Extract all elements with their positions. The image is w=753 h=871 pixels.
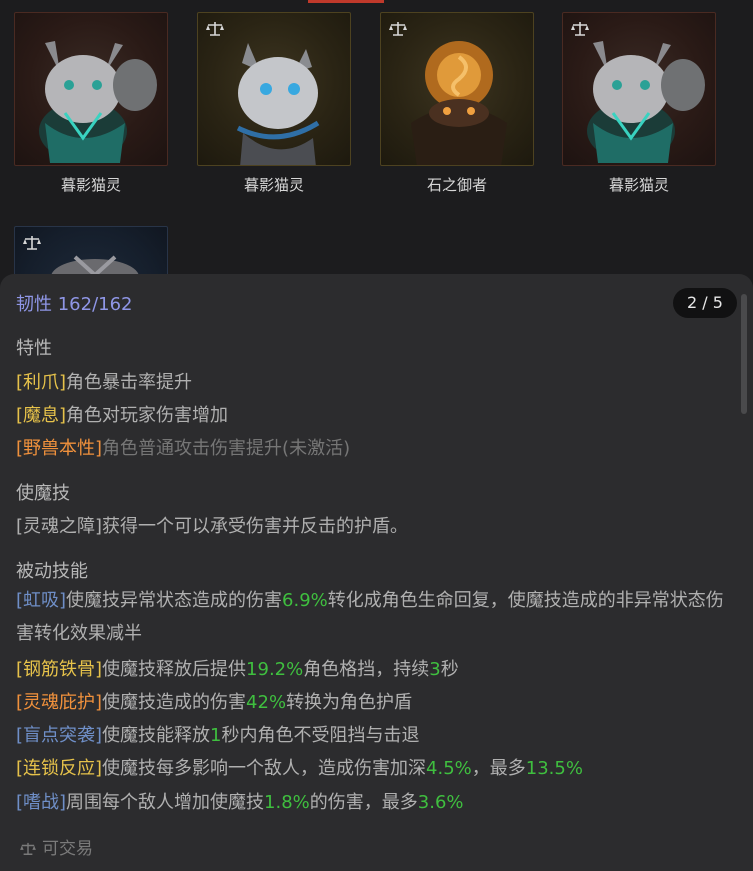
pet-card-2[interactable] xyxy=(197,12,351,166)
passive-text: 的伤害，最多 xyxy=(309,792,418,813)
passive-value: 19.2% xyxy=(246,659,304,680)
passive-text: 使魔技释放后提供 xyxy=(102,659,247,680)
passive-line-5: [连锁反应]使魔技每多影响一个敌人，造成伤害加深4.5%，最多13.5% xyxy=(16,754,583,780)
familiar-skill-text: [灵魂之障]获得一个可以承受伤害并反击的护盾。 xyxy=(16,516,409,537)
pet-card-4[interactable] xyxy=(562,12,716,166)
tradable-status: 可交易 xyxy=(20,834,93,859)
trait-line-1: [利爪]角色暴击率提升 xyxy=(16,368,192,394)
passive-line-1: [虹吸]使魔技异常状态造成的伤害6.9%转化成角色生命回复，使魔技造成的非异常状… xyxy=(16,584,736,650)
passive-text: 角色格挡，持续 xyxy=(303,659,430,680)
passive-value: 1 xyxy=(210,725,222,746)
passive-text: ，最多 xyxy=(471,758,526,779)
pet-name-2: 暮影猫灵 xyxy=(243,176,304,194)
passive-text: 使魔技能释放 xyxy=(102,725,211,746)
passive-text: 使魔技造成的伤害 xyxy=(102,692,247,713)
passive-tag: [钢筋铁骨] xyxy=(16,659,103,680)
page-indicator: 2 / 5 xyxy=(673,288,737,318)
passive-line-3: [灵魂庇护]使魔技造成的伤害42%转换为角色护盾 xyxy=(16,688,412,714)
familiar-skill-title: 使魔技 xyxy=(16,483,70,504)
toughness-stat: 韧性 162/162 xyxy=(16,294,133,315)
trait-tag: [利爪] xyxy=(16,372,67,393)
passive-text: 转换为角色护盾 xyxy=(286,692,413,713)
trait-text: 角色普通攻击伤害提升(未激活) xyxy=(102,438,351,459)
passive-line-6: [嗜战]周围每个敌人增加使魔技1.8%的伤害，最多3.6% xyxy=(16,788,464,814)
tradable-scale-icon xyxy=(571,22,589,36)
traits-title: 特性 xyxy=(16,338,52,359)
trait-line-3: [野兽本性]角色普通攻击伤害提升(未激活) xyxy=(16,434,350,460)
passive-value: 3 xyxy=(429,659,441,680)
passive-value: 1.8% xyxy=(264,792,310,813)
passive-line-4: [盲点突袭]使魔技能释放1秒内角色不受阻挡与击退 xyxy=(16,721,420,747)
trait-line-2: [魔息]角色对玩家伤害增加 xyxy=(16,401,228,427)
passive-text: 使魔技每多影响一个敌人，造成伤害加深 xyxy=(102,758,427,779)
passive-text: 使魔技异常状态造成的伤害 xyxy=(66,590,283,611)
pet-name-1: 暮影猫灵 xyxy=(60,176,121,194)
tradable-scale-icon xyxy=(389,22,407,36)
pet-name-4: 暮影猫灵 xyxy=(608,176,669,194)
passive-line-2: [钢筋铁骨]使魔技释放后提供19.2%角色格挡，持续3秒 xyxy=(16,655,459,681)
passive-value: 3.6% xyxy=(417,792,464,813)
passive-tag: [盲点突袭] xyxy=(16,725,103,746)
passive-tag: [嗜战] xyxy=(16,792,67,813)
passive-value: 6.9% xyxy=(282,590,328,611)
passive-text: 秒内角色不受阻挡与击退 xyxy=(221,725,420,746)
tradable-scale-icon xyxy=(206,22,224,36)
panel-scrollbar[interactable] xyxy=(741,294,747,414)
shadow-cat-portrait xyxy=(39,41,157,163)
trait-text: 角色对玩家伤害增加 xyxy=(66,405,229,426)
pet-detail-panel: 2 / 5 韧性 162/162 特性 [利爪]角色暴击率提升 [魔息]角色对玩… xyxy=(0,274,753,871)
pet-card-3[interactable] xyxy=(380,12,534,166)
tradable-label: 可交易 xyxy=(42,839,93,859)
tradable-scale-icon xyxy=(23,236,41,250)
passive-text: 周围每个敌人增加使魔技 xyxy=(66,792,265,813)
pet-grid: 暮影猫灵 暮影猫灵 石之御者 暮影猫灵 xyxy=(0,0,753,380)
passive-tag: [连锁反应] xyxy=(16,758,103,779)
passive-text: 秒 xyxy=(440,659,459,680)
scale-icon xyxy=(20,842,36,855)
trait-tag: [魔息] xyxy=(16,405,67,426)
passive-skills-title: 被动技能 xyxy=(16,561,88,582)
trait-tag: [野兽本性] xyxy=(16,438,103,459)
passive-value: 13.5% xyxy=(525,758,583,779)
trait-text: 角色暴击率提升 xyxy=(66,372,193,393)
passive-tag: [虹吸] xyxy=(16,590,67,611)
pet-name-3: 石之御者 xyxy=(426,176,487,194)
pet-card-1[interactable] xyxy=(14,12,168,166)
passive-value: 4.5% xyxy=(426,758,472,779)
passive-value: 42% xyxy=(246,692,287,713)
passive-tag: [灵魂庇护] xyxy=(16,692,103,713)
